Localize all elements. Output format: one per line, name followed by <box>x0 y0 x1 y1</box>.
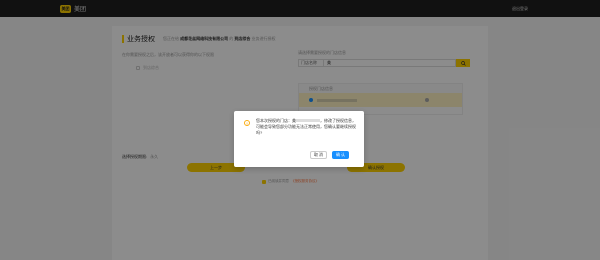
warning-icon: ! <box>244 120 250 126</box>
dialog-message: 您本次授权的门店：美 ，修改了授权信息，可能会导致您部分功能无法正常使用，您确认要… <box>256 118 356 136</box>
confirm-dialog: ! 您本次授权的门店：美 ，修改了授权信息，可能会导致您部分功能无法正常使用，您确… <box>234 111 364 167</box>
dialog-text-part1: 您本次授权的门店：美 <box>256 118 296 123</box>
dialog-ok-button[interactable]: 确 认 <box>332 151 349 159</box>
dialog-cancel-button[interactable]: 取 消 <box>310 151 327 159</box>
redacted-store-name <box>296 119 320 123</box>
